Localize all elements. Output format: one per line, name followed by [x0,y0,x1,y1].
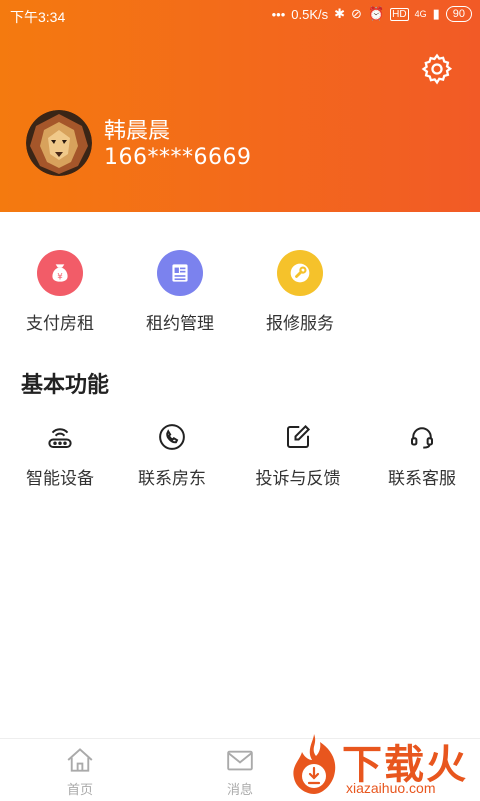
basic-functions: 智能设备 联系房东 投诉与反馈 联系客服 [0,420,480,500]
bluetooth-icon: ✱ [334,6,346,21]
wrench-icon [277,250,323,296]
tab-home-label: 首页 [66,783,93,798]
tab-messages[interactable]: 消息 [210,747,270,798]
watermark-url: xiazaihuo.com [346,780,436,796]
lease-management-button[interactable]: 租约管理 [120,238,240,334]
battery-indicator: 90 [445,6,472,22]
headset-icon [405,420,439,454]
profile-header: 下午3:34 ••• 0.5K/s ✱ ⊘ ⏰ HD 4G ▮ 90 韩晨晨 1… [0,0,480,212]
pay-rent-button[interactable]: ¥ 支付房租 [0,238,120,334]
home-icon [67,748,93,772]
watermark: 下载火 xiazaihuo.com [280,730,480,800]
contract-icon [157,250,203,296]
contact-support-button[interactable]: 联系客服 [362,420,480,489]
status-icons: ••• 0.5K/s ✱ ⊘ ⏰ HD 4G ▮ 90 [272,6,472,22]
signal-dots-icon: ••• [271,6,286,22]
cell-signal-icon: ▮ [432,6,440,21]
contact-landlord-label: 联系房东 [138,469,206,489]
basic-functions-title: 基本功能 [21,373,110,398]
repair-service-button[interactable]: 报修服务 [240,238,360,334]
tab-home[interactable]: 首页 [50,747,110,798]
edit-icon [281,420,315,454]
complaint-feedback-label: 投诉与反馈 [255,469,341,489]
settings-gear-icon[interactable] [420,52,454,86]
pay-rent-label: 支付房租 [26,314,94,334]
smart-device-label: 智能设备 [26,469,94,489]
repair-service-label: 报修服务 [266,314,334,334]
lease-management-label: 租约管理 [146,314,214,334]
lion-avatar-icon [26,110,92,176]
mail-icon [227,750,253,771]
smart-device-button[interactable]: 智能设备 [0,420,120,489]
status-time: 下午3:34 [10,9,66,25]
tab-messages-label: 消息 [226,783,253,798]
user-name: 韩晨晨 [104,119,171,144]
router-icon [43,420,77,454]
status-bar: 下午3:34 ••• 0.5K/s ✱ ⊘ ⏰ HD 4G ▮ 90 [0,0,480,32]
phone-icon [155,420,189,454]
contact-landlord-button[interactable]: 联系房东 [112,420,232,489]
flame-logo-icon [293,734,336,794]
avatar[interactable] [26,110,92,176]
quick-actions: ¥ 支付房租 租约管理 报修服务 [0,238,480,338]
hd-badge: HD [390,7,409,21]
network-speed: 0.5K/s [291,6,329,22]
user-phone: 166****6669 [104,145,252,170]
network-type: 4G [414,9,427,19]
money-bag-icon: ¥ [37,250,83,296]
svg-text:¥: ¥ [57,273,63,283]
vibrate-off-icon: ⊘ [351,6,362,21]
complaint-feedback-button[interactable]: 投诉与反馈 [238,420,358,489]
contact-support-label: 联系客服 [388,469,456,489]
alarm-icon: ⏰ [367,6,385,21]
